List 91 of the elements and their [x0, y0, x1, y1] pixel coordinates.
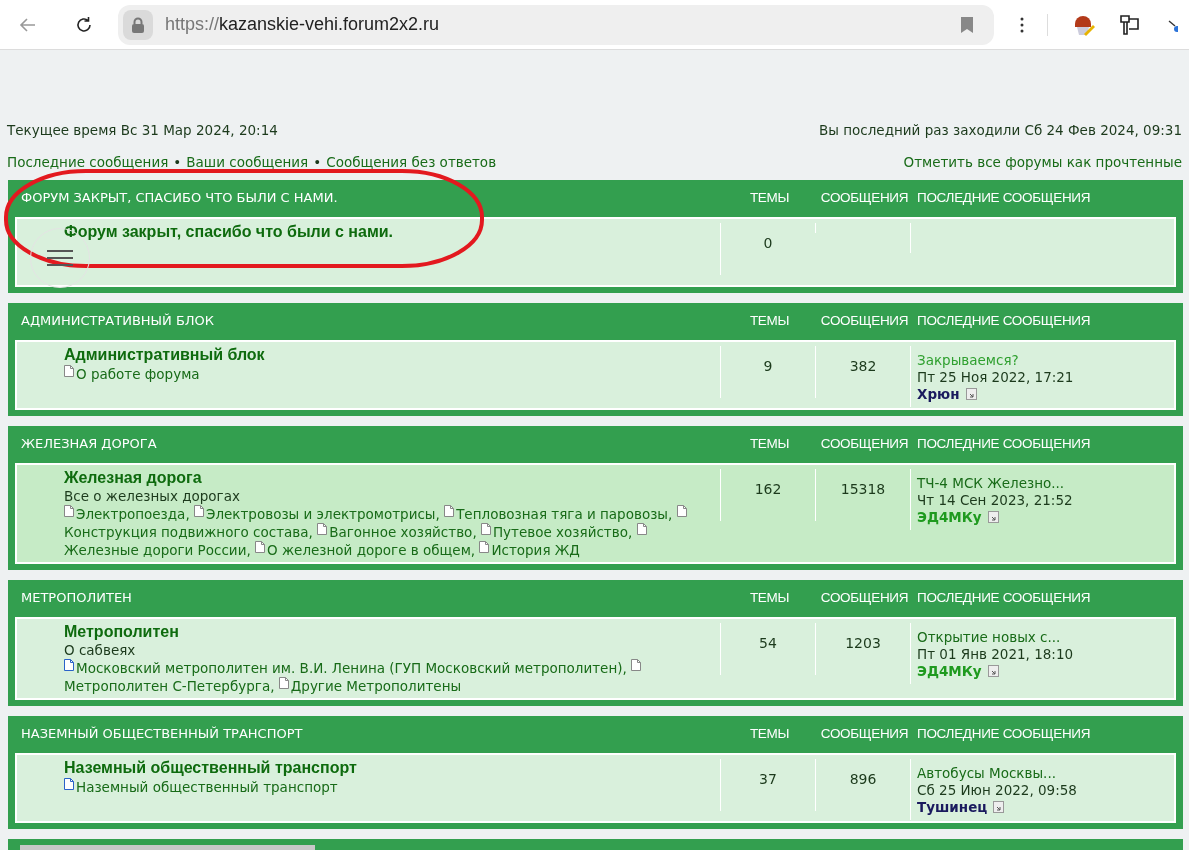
forum-title-link[interactable]: Форум закрыт, спасибо что были с нами. — [64, 221, 720, 242]
subforum-link[interactable]: Конструкция подвижного состава, — [64, 523, 313, 540]
subforum-link[interactable]: Электропоезда, — [76, 505, 190, 522]
topics-count: 37 — [759, 770, 777, 787]
forum-description: О сабвеях — [64, 641, 137, 659]
category-title: МЕТРОПОЛИТЕН — [20, 589, 133, 608]
forum-title-link[interactable]: Административный блок — [64, 344, 720, 365]
subforum-link[interactable]: История ЖД — [491, 541, 580, 558]
subforum-link[interactable]: Железные дороги России, — [64, 541, 251, 558]
nav-link[interactable]: Последние сообщения — [7, 152, 169, 173]
document-icon — [480, 522, 491, 535]
separator-dot: • — [173, 153, 182, 173]
document-icon — [278, 676, 289, 689]
last-post-link[interactable]: Автобусы Москвы... — [917, 764, 1174, 782]
column-header: СООБЩЕНИЯ — [820, 312, 909, 328]
topics-count: 162 — [754, 480, 782, 497]
document-icon — [64, 504, 74, 517]
view-latest-icon[interactable] — [987, 511, 999, 523]
category-title: НАЗЕМНЫЙ ОБЩЕСТВЕННЫЙ ТРАНСПОРТ — [20, 725, 304, 744]
category-title: АДМИНИСТРАТИВНЫЙ БЛОК — [20, 312, 216, 331]
separator-dot: • — [313, 153, 322, 173]
forum-title-link[interactable]: Метрополитен — [64, 621, 720, 642]
document-icon — [194, 504, 204, 517]
document-icon — [317, 522, 328, 535]
posts-count: 1203 — [845, 634, 881, 651]
subforum-link[interactable]: Метрополитен С-Петербурга, — [64, 677, 275, 694]
document-icon — [444, 504, 455, 517]
column-header: ПОСЛЕДНИЕ СООБЩЕНИЯ — [917, 189, 1091, 205]
lock-icon[interactable] — [123, 9, 153, 40]
subforum-link[interactable]: Наземный общественный транспорт — [76, 778, 338, 795]
column-header: ТЕМЫ — [749, 312, 790, 328]
column-header: ТЕМЫ — [749, 589, 790, 605]
posts-count: 15318 — [840, 480, 886, 497]
current-time-text: Текущее время Вс 31 Мар 2024, 20:14 — [7, 121, 278, 140]
posts-count: 382 — [849, 357, 877, 374]
last-post-date: Чт 14 Сен 2023, 21:52 — [917, 491, 1074, 509]
last-post-date: Сб 25 Июн 2022, 09:58 — [917, 781, 1078, 799]
category-title: ЖЕЛЕЗНАЯ ДОРОГА — [20, 435, 158, 454]
document-icon — [636, 522, 647, 535]
address-bar[interactable]: https://kazanskie-vehi.forum2x2.ru — [118, 4, 994, 45]
subforum-link[interactable]: Вагонное хозяйство, — [329, 523, 477, 540]
topics-count: 9 — [763, 357, 773, 374]
author-link[interactable]: ЭД4МКу — [917, 508, 982, 526]
column-header: ТЕМЫ — [749, 725, 790, 741]
document-icon — [676, 504, 687, 517]
view-latest-icon[interactable] — [965, 388, 977, 400]
last-post-date: Пт 01 Янв 2021, 18:10 — [917, 645, 1075, 663]
topics-count: 0 — [763, 234, 773, 251]
category-title: ФОРУМ ЗАКРЫТ, СПАСИБО ЧТО БЫЛИ С НАМИ. — [20, 189, 339, 208]
column-header: СООБЩЕНИЯ — [820, 189, 909, 205]
last-post-link[interactable]: ТЧ-4 МСК Железно... — [917, 474, 1174, 492]
column-header: ПОСЛЕДНИЕ СООБЩЕНИЯ — [917, 435, 1091, 451]
reload-icon[interactable] — [74, 14, 94, 35]
subforum-link[interactable]: О работе форума — [76, 365, 200, 382]
topics-count: 54 — [759, 634, 777, 651]
nav-link[interactable]: Ваши сообщения — [186, 152, 309, 173]
author-link[interactable]: Хрюн — [917, 385, 960, 403]
document-icon — [255, 540, 265, 553]
column-header: СООБЩЕНИЯ — [820, 725, 909, 741]
document-icon — [64, 364, 74, 377]
subforum-link[interactable]: Московский метрополитен им. В.И. Ленина (ГУП Московский метрополитен), — [76, 659, 627, 676]
bookmark-icon[interactable] — [960, 15, 974, 34]
author-link[interactable]: ЭД4МКу — [917, 662, 982, 680]
last-post-link[interactable]: Открытие новых с... — [917, 628, 1174, 646]
last-visit-text: Вы последний раз заходили Сб 24 Фев 2024, 09:31 — [819, 121, 1182, 140]
document-icon — [479, 540, 490, 553]
subforum-link[interactable]: Электровозы и электромотрисы, — [206, 505, 440, 522]
column-header: СООБЩЕНИЯ — [820, 589, 909, 605]
subforum-link[interactable]: О железной дороге в общем, — [267, 541, 476, 558]
forum-title-link[interactable]: Железная дорога — [64, 467, 720, 488]
column-header: ТЕМЫ — [749, 435, 790, 451]
url-text[interactable]: https://kazanskie-vehi.forum2x2.ru — [165, 11, 440, 38]
column-header: ПОСЛЕДНИЕ СООБЩЕНИЯ — [917, 312, 1091, 328]
subforum-link[interactable]: Тепловозная тяга и паровозы, — [456, 505, 673, 522]
forum-title-link[interactable]: Наземный общественный транспорт — [64, 757, 720, 778]
column-header: СООБЩЕНИЯ — [820, 435, 909, 451]
author-link[interactable]: Тушинец — [917, 798, 988, 816]
last-post-date: Пт 25 Ноя 2022, 17:21 — [917, 368, 1075, 386]
nav-link[interactable]: Сообщения без ответов — [326, 152, 497, 173]
view-latest-icon[interactable] — [993, 801, 1005, 813]
column-header: ПОСЛЕДНИЕ СООБЩЕНИЯ — [917, 589, 1091, 605]
column-header: ПОСЛЕДНИЕ СООБЩЕНИЯ — [917, 725, 1091, 741]
last-post-link[interactable]: Закрываемся? — [917, 351, 1174, 369]
document-icon — [631, 658, 642, 671]
forum-description: Все о железных дорогах — [64, 487, 241, 505]
mark-read-link[interactable]: Отметить все форумы как прочтенные — [903, 152, 1182, 173]
subforum-link[interactable]: Путевое хозяйство, — [492, 523, 633, 540]
column-header: ТЕМЫ — [749, 189, 790, 205]
subforum-link[interactable]: Другие Метрополитены — [290, 677, 462, 694]
posts-count: 896 — [849, 770, 877, 787]
view-latest-icon[interactable] — [987, 665, 999, 677]
